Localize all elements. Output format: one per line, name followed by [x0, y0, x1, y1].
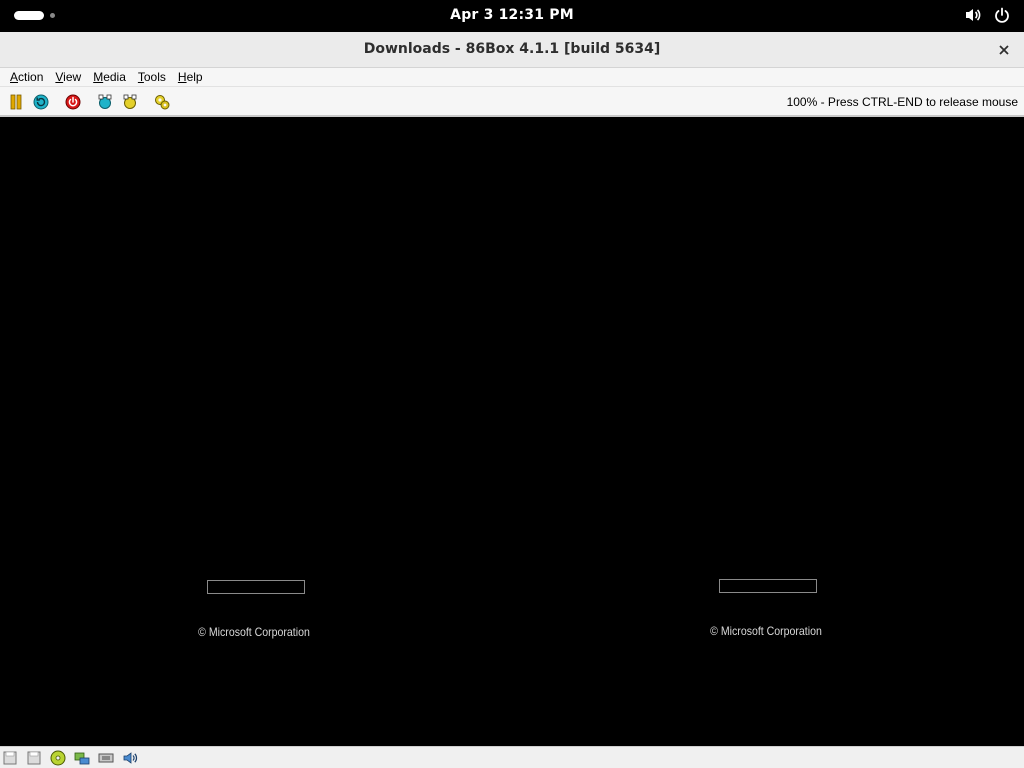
menu-view[interactable]: View: [49, 70, 87, 84]
boot-progress-bar-left: [207, 580, 305, 594]
floppy-b-button[interactable]: [26, 750, 42, 766]
copyright-text-right: © Microsoft Corporation: [710, 624, 822, 638]
emulator-screen[interactable]: © Microsoft Corporation © Microsoft Corp…: [0, 119, 1024, 746]
ctrl-alt-esc-icon: [123, 94, 137, 109]
status-bar: [0, 746, 1024, 768]
window-title: Downloads - 86Box 4.1.1 [build 5634]: [363, 41, 661, 57]
copyright-text-left: © Microsoft Corporation: [198, 625, 310, 639]
sound-icon: [123, 752, 138, 764]
menu-help[interactable]: Help: [172, 70, 209, 84]
clock[interactable]: Apr 3 12:31 PM: [0, 7, 1024, 23]
network-icon: [98, 753, 114, 763]
sound-button[interactable]: [122, 750, 138, 766]
pause-icon: [10, 94, 22, 110]
floppy-b-icon: [27, 751, 41, 765]
window-title-bar[interactable]: Downloads - 86Box 4.1.1 [build 5634]: [0, 32, 1024, 68]
settings-button[interactable]: [154, 94, 170, 110]
settings-icon: [155, 95, 170, 110]
power-off-icon: [65, 94, 81, 110]
menu-media[interactable]: Media: [87, 70, 132, 84]
network-button[interactable]: [98, 750, 114, 766]
hard-reset-button[interactable]: [33, 94, 49, 110]
ctrl-alt-del-icon: [98, 94, 112, 109]
mouse-capture-status: 100% - Press CTRL-END to release mouse: [786, 95, 1018, 109]
floppy-a-button[interactable]: [2, 750, 18, 766]
power-off-button[interactable]: [65, 94, 81, 110]
pause-button[interactable]: [8, 94, 24, 110]
cdrom-icon: [50, 750, 66, 766]
menu-tools[interactable]: Tools: [132, 70, 172, 84]
hard-disk-button[interactable]: [74, 750, 90, 766]
boot-progress-bar-right: [719, 579, 817, 593]
ctrl-alt-del-button[interactable]: [97, 94, 113, 110]
power-icon[interactable]: [994, 7, 1010, 23]
menu-bar: Action View Media Tools Help: [0, 68, 1024, 86]
toolbar: 100% - Press CTRL-END to release mouse: [0, 86, 1024, 117]
hard-disk-icon: [74, 752, 90, 765]
cdrom-button[interactable]: [50, 750, 66, 766]
volume-icon[interactable]: [964, 7, 982, 23]
close-window-button[interactable]: [994, 40, 1014, 60]
floppy-a-icon: [3, 751, 17, 765]
system-tray[interactable]: [964, 7, 1010, 23]
system-top-bar: Apr 3 12:31 PM: [0, 0, 1024, 32]
menu-action[interactable]: Action: [4, 70, 49, 84]
ctrl-alt-esc-button[interactable]: [122, 94, 138, 110]
reset-icon: [33, 94, 49, 110]
close-icon: [999, 45, 1009, 55]
